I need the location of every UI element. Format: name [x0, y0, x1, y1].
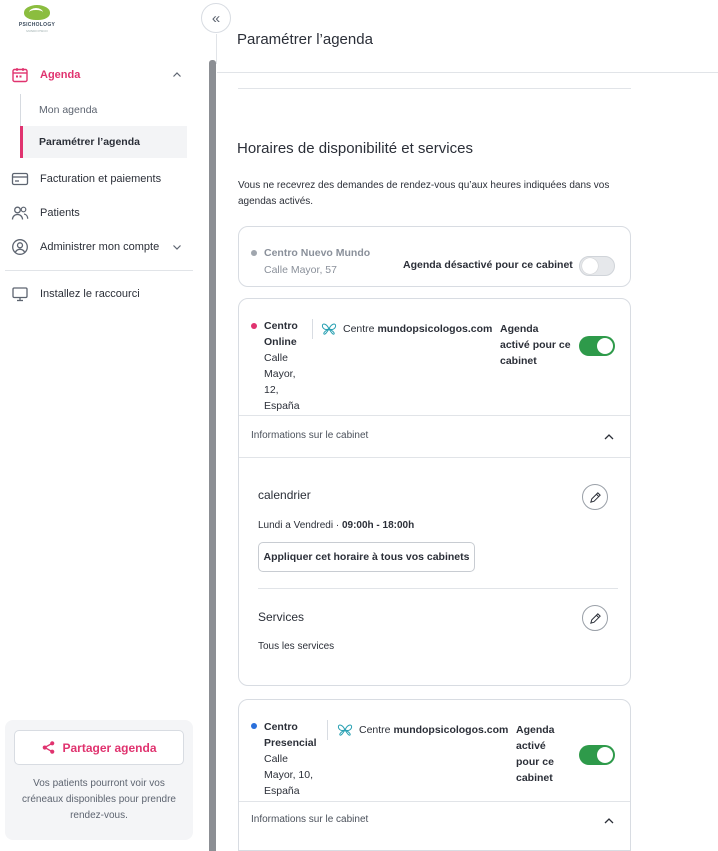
agenda-status-line: cabinet: [500, 355, 537, 367]
section-description: Vous ne recevrez des demandes de rendez-…: [238, 180, 610, 207]
logo-text: PSICHOLOGY: [18, 22, 56, 28]
centre-name: mundopsicologos.com: [393, 724, 509, 736]
chevron-up-icon: [604, 818, 614, 824]
cabinet-name-line2: Presencial: [264, 737, 317, 749]
cabinet-address: Calle Mayor, 57: [264, 264, 337, 276]
cabinet-address-line: España: [264, 400, 300, 412]
cabinet-address-line: 12,: [264, 384, 279, 396]
name-separator: [327, 720, 328, 740]
chevron-up-icon: [173, 72, 181, 77]
cabinet-address-line: Mayor, 10,: [264, 769, 314, 781]
header-divider: [217, 72, 718, 73]
agenda-status-line: activé: [516, 740, 546, 752]
butterfly-logo-icon: [321, 323, 337, 335]
logo-subtext: MUNDO PSICO: [26, 29, 48, 33]
chevron-down-icon: [173, 245, 181, 250]
agenda-toggle[interactable]: [579, 336, 615, 356]
chevron-up-icon: [604, 434, 614, 440]
sidebar-divider: [5, 270, 193, 271]
content-divider: [238, 88, 631, 89]
cabinet-address-line: Calle: [264, 352, 288, 364]
cabinet-address-line: España: [264, 785, 300, 797]
services-title: Services: [258, 610, 305, 624]
card-divider: [239, 457, 630, 458]
card-divider: [258, 588, 618, 589]
monitor-icon: [11, 285, 29, 303]
app-logo[interactable]: PSICHOLOGY MUNDO PSICO: [14, 5, 60, 33]
centre-label: Centre mundopsicologos.com: [359, 722, 508, 738]
collapse-sidebar-button[interactable]: «: [201, 3, 231, 33]
calendar-schedule: Lundi a Vendredi · 09:00h - 18:00h: [258, 518, 414, 534]
agenda-status-line: pour ce: [516, 756, 554, 768]
cabinet-name-line1: Centro: [264, 721, 298, 733]
sidebar-item-account-label: Administrer mon compte: [40, 241, 160, 253]
share-agenda-panel: Partager agenda Vos patients pourront vo…: [5, 720, 193, 840]
cabinet-info-label: Informations sur le cabinet: [251, 430, 369, 441]
calendar-icon: [11, 66, 29, 84]
page-title: Paramétrer l’agenda: [237, 31, 373, 48]
cabinet-card-presencial: Centro Presencial Calle Mayor, 10, Españ…: [238, 699, 631, 851]
calendar-days: Lundi a Vendredi ·: [258, 520, 340, 531]
share-icon: [43, 741, 55, 754]
sidebar-scrollbar-thumb[interactable]: [209, 60, 216, 851]
agenda-status-line: activé pour ce: [500, 339, 571, 351]
cabinet-name-line1: Centro: [264, 320, 298, 332]
calendar-hours: 09:00h - 18:00h: [341, 520, 415, 531]
sidebar-item-shortcut[interactable]: Installez le raccourci: [0, 283, 192, 305]
sidebar: PSICHOLOGY MUNDO PSICO Agenda Mon agenda…: [0, 0, 208, 851]
status-dot: [251, 723, 257, 729]
sidebar-item-agenda[interactable]: Agenda: [0, 64, 192, 86]
sidebar-item-patients-label: Patients: [40, 207, 80, 219]
share-agenda-button[interactable]: Partager agenda: [14, 730, 184, 765]
section-title: Horaires de disponibilité et services: [237, 140, 473, 157]
logo-brain-icon: [24, 5, 50, 20]
agenda-toggle[interactable]: [579, 745, 615, 765]
centre-label: Centre mundopsicologos.com: [343, 321, 492, 337]
credit-card-icon: [11, 170, 29, 188]
agenda-status-line: Agenda: [516, 724, 555, 736]
share-agenda-label: Partager agenda: [62, 740, 157, 755]
sidebar-item-mon-agenda[interactable]: Mon agenda: [20, 94, 187, 126]
agenda-toggle[interactable]: [579, 256, 615, 276]
sidebar-item-billing[interactable]: Facturation et paiements: [0, 168, 192, 190]
sidebar-item-account[interactable]: Administrer mon compte: [0, 236, 192, 258]
cabinet-info-label: Informations sur le cabinet: [251, 814, 369, 825]
sidebar-item-agenda-label: Agenda: [40, 69, 81, 81]
cabinet-info-toggle[interactable]: Informations sur le cabinet: [239, 802, 630, 842]
agenda-status-line: Agenda: [500, 323, 539, 335]
cabinet-info-toggle[interactable]: Informations sur le cabinet: [239, 416, 630, 457]
centre-prefix: Centre: [343, 323, 378, 335]
share-agenda-description: Vos patients pourront voir vos créneaux …: [22, 778, 176, 821]
edit-calendar-button[interactable]: [582, 484, 608, 510]
apply-schedule-all-button[interactable]: Appliquer cet horaire à tous vos cabinet…: [258, 542, 475, 572]
cabinet-name: Centro Nuevo Mundo: [264, 247, 371, 259]
name-separator: [312, 319, 313, 339]
pencil-icon: [589, 491, 601, 503]
cabinet-address-line: Mayor,: [264, 368, 296, 380]
status-dot: [251, 250, 257, 256]
users-icon: [11, 204, 29, 222]
cabinet-card-nuevo-mundo: Centro Nuevo Mundo Calle Mayor, 57 Agend…: [238, 226, 631, 287]
sidebar-item-billing-label: Facturation et paiements: [40, 173, 162, 185]
centre-name: mundopsicologos.com: [377, 323, 493, 335]
agenda-status-line: cabinet: [516, 772, 553, 784]
cabinet-address-line: Calle: [264, 753, 288, 765]
sidebar-item-shortcut-label: Installez le raccourci: [40, 288, 140, 300]
pencil-icon: [589, 612, 601, 624]
user-circle-icon: [11, 238, 29, 256]
header-separator: [216, 34, 217, 64]
sidebar-item-parametrer-agenda[interactable]: Paramétrer l’agenda: [20, 126, 187, 158]
sidebar-item-patients[interactable]: Patients: [0, 202, 192, 224]
calendar-title: calendrier: [258, 488, 311, 502]
centre-prefix: Centre: [359, 724, 394, 736]
cabinet-name-line2: Online: [264, 336, 297, 348]
edit-services-button[interactable]: [582, 605, 608, 631]
butterfly-logo-icon: [337, 724, 353, 736]
services-value: Tous les services: [258, 641, 335, 652]
cabinet-card-online: Centro Online Calle Mayor, 12, España Ce…: [238, 298, 631, 686]
double-chevron-left-icon: «: [211, 9, 221, 27]
agenda-status: Agenda désactivé pour ce cabinet: [403, 259, 573, 271]
status-dot: [251, 323, 257, 329]
